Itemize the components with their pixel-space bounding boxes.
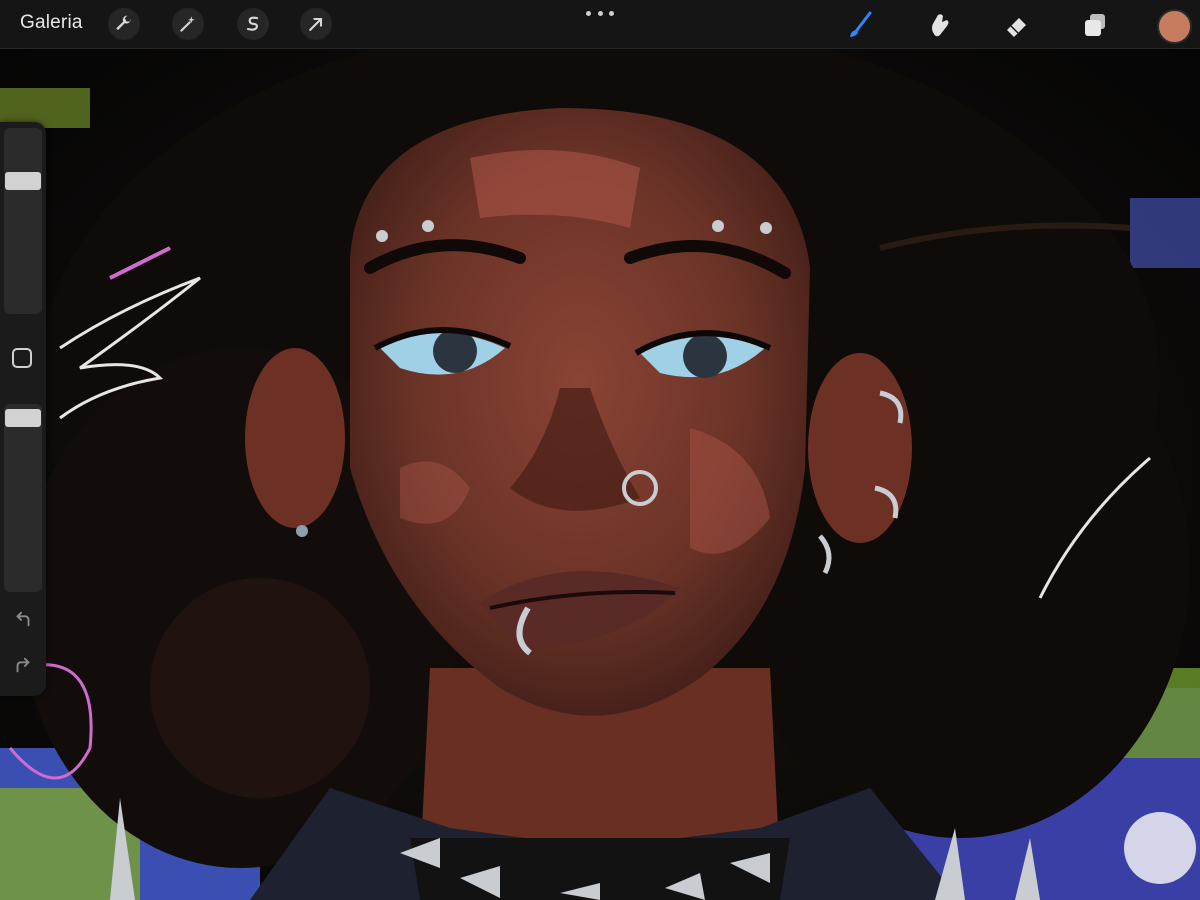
smudge-icon xyxy=(932,14,949,37)
layers-icon xyxy=(1085,14,1105,36)
selection-button[interactable] xyxy=(237,8,269,40)
redo-icon xyxy=(16,657,30,673)
transform-button[interactable] xyxy=(300,8,332,40)
erase-tool-button[interactable] xyxy=(1000,8,1034,42)
brush-size-slider[interactable] xyxy=(4,128,42,314)
actions-button[interactable] xyxy=(108,8,140,40)
opacity-slider[interactable] xyxy=(4,404,42,592)
gallery-button[interactable]: Galeria xyxy=(20,12,83,34)
more-dots-icon[interactable] xyxy=(586,6,614,20)
color-picker-swatch[interactable] xyxy=(1157,9,1192,44)
undo-button[interactable] xyxy=(11,608,35,632)
wrench-icon xyxy=(116,15,131,30)
artwork xyxy=(0,48,1200,900)
adjustments-button[interactable] xyxy=(172,8,204,40)
brush-icon xyxy=(850,11,872,37)
drawing-canvas[interactable] xyxy=(0,48,1200,900)
top-toolbar: Galeria xyxy=(0,0,1200,49)
undo-icon xyxy=(16,611,30,627)
redo-button[interactable] xyxy=(11,654,35,678)
move-arrow-icon xyxy=(309,17,323,31)
left-sidebar xyxy=(0,122,46,696)
magic-wand-icon xyxy=(180,16,195,32)
paint-tool-button[interactable] xyxy=(843,8,877,42)
layers-button[interactable] xyxy=(1078,8,1112,42)
selection-s-icon xyxy=(246,16,259,31)
smudge-tool-button[interactable] xyxy=(922,8,956,42)
brush-size-thumb[interactable] xyxy=(5,172,41,190)
opacity-thumb[interactable] xyxy=(5,409,41,427)
eraser-icon xyxy=(1007,18,1026,37)
square-modify-icon[interactable] xyxy=(12,348,32,368)
